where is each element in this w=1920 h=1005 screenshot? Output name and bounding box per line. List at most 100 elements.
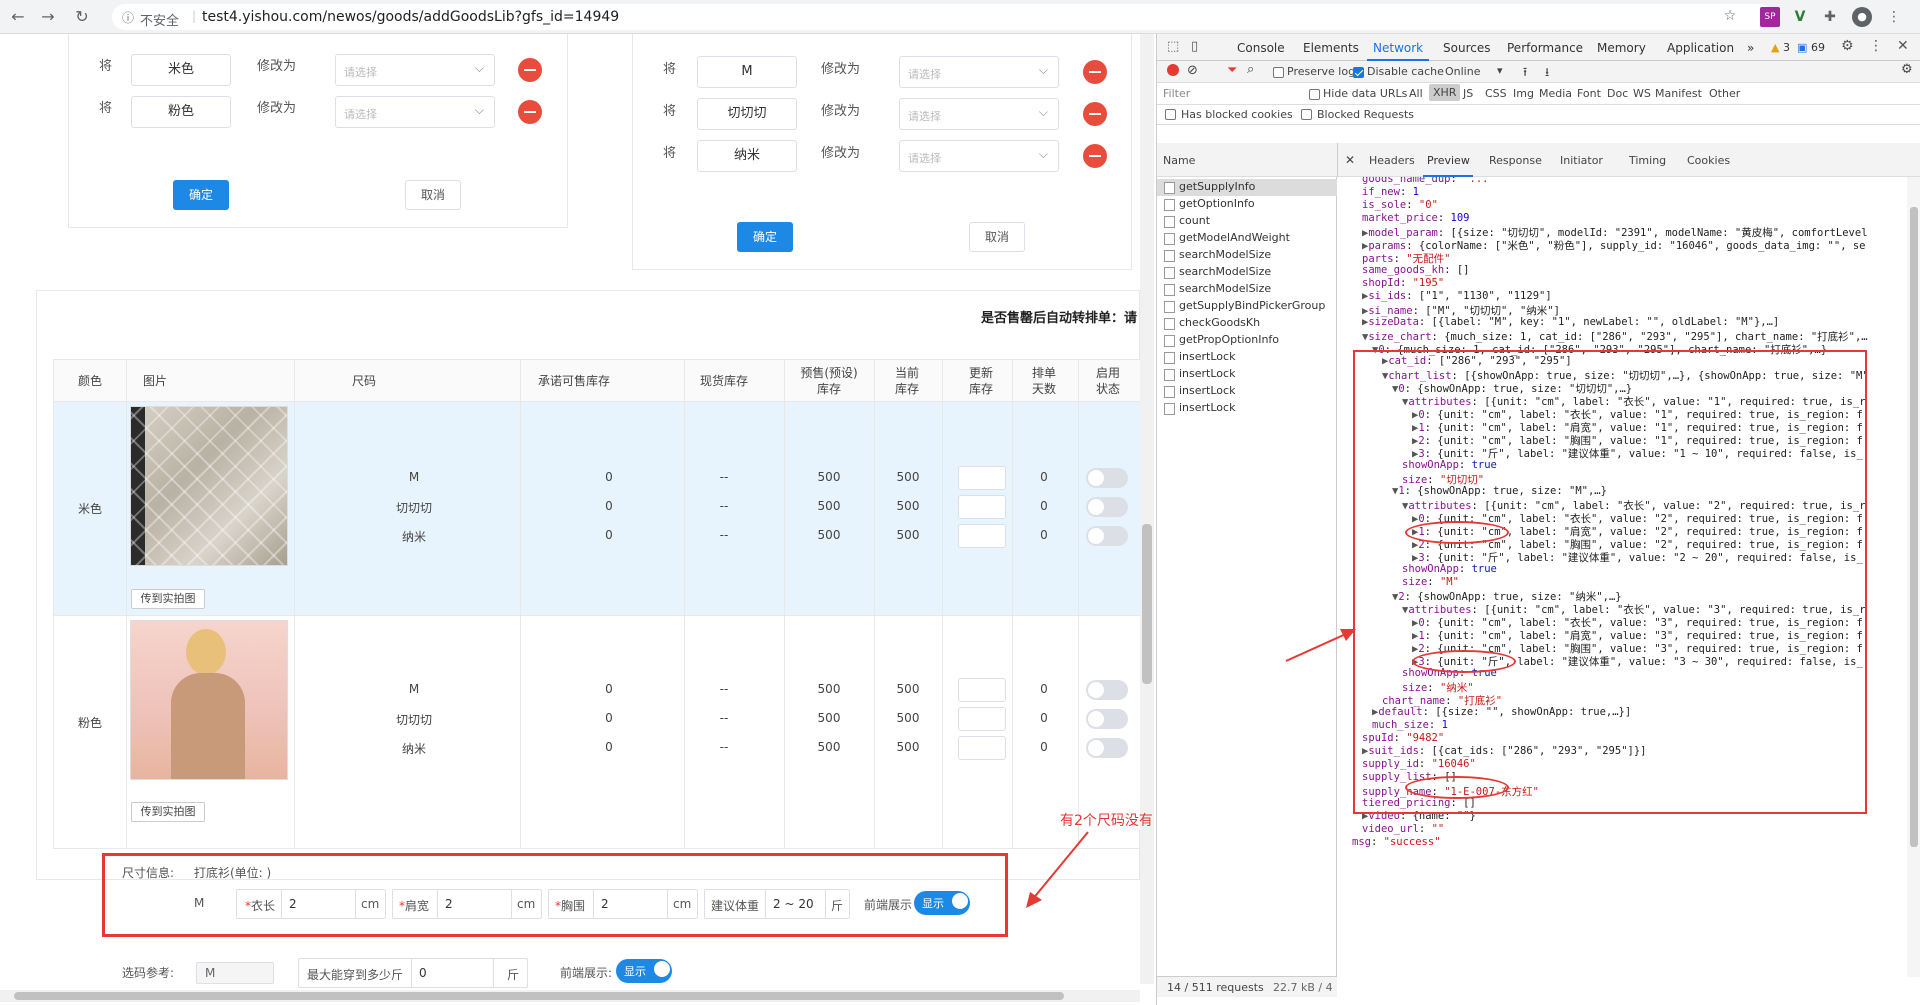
type-ws[interactable]: WS xyxy=(1633,87,1651,100)
request-item[interactable]: insertLock xyxy=(1157,366,1337,383)
remove-row-button[interactable] xyxy=(518,100,542,124)
tab-console[interactable]: Console xyxy=(1237,41,1285,55)
front-display-toggle[interactable]: 显示 xyxy=(616,959,672,983)
type-css[interactable]: CSS xyxy=(1485,87,1507,100)
type-manifest[interactable]: Manifest xyxy=(1655,87,1702,100)
type-xhr[interactable]: XHR xyxy=(1429,84,1461,101)
tab-elements[interactable]: Elements xyxy=(1303,41,1359,55)
page-scrollbar[interactable] xyxy=(1140,34,1154,984)
message-icon[interactable]: ▣ xyxy=(1797,41,1807,54)
settings-icon[interactable]: ⚙ xyxy=(1841,38,1854,54)
shoulder-field[interactable]: *肩宽 2 cm xyxy=(392,889,542,919)
preserve-log-checkbox[interactable] xyxy=(1273,67,1284,78)
field-value[interactable]: 0 xyxy=(419,966,427,980)
update-stock-input[interactable] xyxy=(958,707,1006,731)
length-field[interactable]: *衣长 2 cm xyxy=(236,889,386,919)
request-item[interactable]: getModelAndWeight xyxy=(1157,230,1337,247)
enable-toggle[interactable] xyxy=(1086,526,1128,546)
warning-icon[interactable]: ▲ xyxy=(1771,41,1779,54)
type-js[interactable]: JS xyxy=(1463,87,1473,100)
tab-application[interactable]: Application xyxy=(1667,41,1734,55)
more-tabs-icon[interactable]: » xyxy=(1747,41,1754,55)
detail-tab-initiator[interactable]: Initiator xyxy=(1560,154,1603,167)
remove-row-button[interactable] xyxy=(1083,102,1107,126)
request-item[interactable]: checkGoodsKh xyxy=(1157,315,1337,332)
size-target-select[interactable]: 请选择 ⌵ xyxy=(899,56,1059,88)
inspect-icon[interactable]: ⬚ xyxy=(1167,39,1179,54)
info-icon[interactable]: ⓘ xyxy=(122,9,134,26)
menu-icon[interactable]: ⋮ xyxy=(1884,7,1904,27)
detail-tab-headers[interactable]: Headers xyxy=(1369,154,1415,167)
scrollbar-thumb[interactable] xyxy=(14,992,1064,1000)
enable-toggle[interactable] xyxy=(1086,468,1128,488)
request-item[interactable]: insertLock xyxy=(1157,349,1337,366)
detail-tab-preview[interactable]: Preview xyxy=(1427,154,1470,167)
name-column-header[interactable]: Name xyxy=(1163,154,1195,167)
request-item[interactable]: searchModelSize xyxy=(1157,264,1337,281)
field-value[interactable]: 2 ~ 20 xyxy=(773,897,814,911)
max-weight-field[interactable]: 最大能穿到多少斤 0 斤 xyxy=(298,958,528,988)
type-other[interactable]: Other xyxy=(1709,87,1740,100)
vue-extension-icon[interactable]: V xyxy=(1790,7,1810,27)
request-item[interactable]: searchModelSize xyxy=(1157,281,1337,298)
request-item[interactable]: getPropOptionInfo xyxy=(1157,332,1337,349)
enable-toggle[interactable] xyxy=(1086,738,1128,758)
star-icon[interactable]: ☆ xyxy=(1720,6,1740,26)
type-all[interactable]: All xyxy=(1409,87,1423,100)
filter-icon[interactable]: ⏷ xyxy=(1227,63,1237,78)
scrollbar-thumb[interactable] xyxy=(1910,207,1918,847)
close-detail-icon[interactable]: ✕ xyxy=(1345,153,1355,167)
back-icon[interactable]: ← xyxy=(6,5,30,29)
update-stock-input[interactable] xyxy=(958,495,1006,519)
export-icon[interactable]: ⭳ xyxy=(1545,63,1549,84)
cancel-button[interactable]: 取消 xyxy=(969,222,1025,252)
request-item[interactable]: getOptionInfo xyxy=(1157,196,1337,213)
cancel-button[interactable]: 取消 xyxy=(405,180,461,210)
request-item[interactable]: insertLock xyxy=(1157,400,1337,417)
type-img[interactable]: Img xyxy=(1513,87,1534,100)
detail-tab-timing[interactable]: Timing xyxy=(1629,154,1666,167)
search-icon[interactable]: ⌕ xyxy=(1247,62,1254,77)
field-value[interactable]: 2 xyxy=(445,897,453,911)
tab-performance[interactable]: Performance xyxy=(1507,41,1583,55)
scrollbar-thumb[interactable] xyxy=(1142,524,1152,684)
update-stock-input[interactable] xyxy=(958,736,1006,760)
device-toggle-icon[interactable]: ▯ xyxy=(1191,39,1198,54)
close-icon[interactable]: ✕ xyxy=(1897,38,1909,54)
type-font[interactable]: Font xyxy=(1577,87,1601,100)
size-target-select[interactable]: 请选择 ⌵ xyxy=(899,140,1059,172)
tab-network[interactable]: Network xyxy=(1366,41,1430,61)
record-icon[interactable] xyxy=(1167,64,1179,76)
tab-memory[interactable]: Memory xyxy=(1597,41,1646,55)
import-icon[interactable]: ⭱ xyxy=(1523,63,1527,84)
tab-sources[interactable]: Sources xyxy=(1443,41,1490,55)
update-stock-input[interactable] xyxy=(958,524,1006,548)
type-doc[interactable]: Doc xyxy=(1607,87,1628,100)
request-item[interactable]: insertLock xyxy=(1157,383,1337,400)
size-ref-select[interactable]: M xyxy=(196,962,274,984)
throttle-select[interactable]: Online xyxy=(1445,65,1480,78)
disable-cache-checkbox[interactable] xyxy=(1353,67,1364,78)
more-menu-icon[interactable]: ⋮ xyxy=(1869,38,1883,54)
enable-toggle[interactable] xyxy=(1086,709,1128,729)
size-target-select[interactable]: 请选择 ⌵ xyxy=(899,98,1059,130)
color-target-select[interactable]: 请选择 ⌵ xyxy=(335,54,495,86)
remove-row-button[interactable] xyxy=(1083,144,1107,168)
detail-tab-response[interactable]: Response xyxy=(1489,154,1542,167)
update-stock-input[interactable] xyxy=(958,466,1006,490)
confirm-button[interactable]: 确定 xyxy=(737,222,793,252)
product-image[interactable] xyxy=(130,406,288,566)
has-blocked-cookies-checkbox[interactable] xyxy=(1165,109,1176,120)
preview-scrollbar[interactable] xyxy=(1907,177,1920,977)
detail-tab-cookies[interactable]: Cookies xyxy=(1687,154,1730,167)
url-text[interactable]: test4.yishou.com/newos/goods/addGoodsLib… xyxy=(202,9,619,25)
weight-field[interactable]: 建议体重 2 ~ 20 斤 xyxy=(704,889,850,919)
json-line[interactable]: ▶si_ids: ["1", "1130", "1129"] xyxy=(1362,290,1552,302)
remove-row-button[interactable] xyxy=(518,58,542,82)
front-display-toggle[interactable]: 显示 xyxy=(914,891,970,915)
forward-icon[interactable]: → xyxy=(36,5,60,29)
remove-row-button[interactable] xyxy=(1083,60,1107,84)
field-value[interactable]: 2 xyxy=(601,897,609,911)
address-bar[interactable]: ⓘ 不安全 | test4.yishou.com/newos/goods/add… xyxy=(112,4,1772,30)
puzzle-icon[interactable]: ✚ xyxy=(1820,7,1840,27)
